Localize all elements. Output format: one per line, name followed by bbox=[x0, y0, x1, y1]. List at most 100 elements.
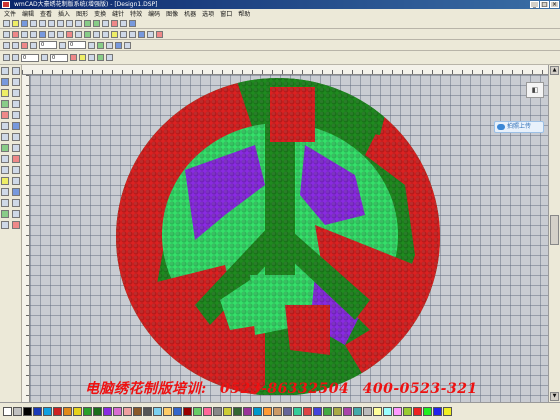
angle-icon[interactable] bbox=[59, 41, 66, 49]
palette-swatch[interactable] bbox=[333, 407, 342, 416]
underlay-icon[interactable] bbox=[97, 41, 104, 49]
palette-swatch[interactable] bbox=[163, 407, 172, 416]
menu-help[interactable]: 帮助 bbox=[238, 9, 250, 18]
zoom-out-icon[interactable] bbox=[93, 19, 100, 27]
open-file-icon[interactable] bbox=[12, 19, 19, 27]
align-icon[interactable] bbox=[138, 30, 145, 38]
text-tool-icon[interactable] bbox=[1, 122, 9, 130]
menu-window[interactable]: 窗口 bbox=[220, 9, 232, 18]
sequin-icon[interactable] bbox=[12, 221, 20, 229]
print-icon[interactable] bbox=[30, 19, 37, 27]
rotate-icon[interactable] bbox=[129, 30, 136, 38]
redo-icon[interactable] bbox=[75, 19, 82, 27]
break-icon[interactable] bbox=[1, 199, 9, 207]
info-icon[interactable] bbox=[129, 19, 136, 27]
knife-icon[interactable] bbox=[12, 111, 20, 119]
delete-icon[interactable] bbox=[156, 30, 163, 38]
show-outline-icon[interactable] bbox=[106, 54, 113, 61]
palette-swatch[interactable] bbox=[223, 407, 232, 416]
move-icon[interactable] bbox=[3, 54, 10, 61]
monogram-icon[interactable] bbox=[12, 122, 20, 130]
magnifier-icon[interactable] bbox=[12, 166, 20, 174]
palette-swatch[interactable] bbox=[53, 407, 62, 416]
palette-swatch[interactable] bbox=[23, 407, 32, 416]
ellipse-icon[interactable] bbox=[57, 30, 64, 38]
palette-swatch[interactable] bbox=[373, 407, 382, 416]
collapse-icon[interactable]: ◧ bbox=[526, 82, 544, 98]
menu-code[interactable]: 编码 bbox=[148, 9, 160, 18]
menu-edit[interactable]: 编辑 bbox=[22, 9, 34, 18]
bold-icon[interactable] bbox=[3, 41, 10, 49]
palette-swatch[interactable] bbox=[313, 407, 322, 416]
palette-swatch[interactable] bbox=[343, 407, 352, 416]
cross-stitch-icon[interactable] bbox=[12, 210, 20, 218]
trim-icon[interactable] bbox=[115, 41, 122, 49]
menu-effects[interactable]: 特效 bbox=[130, 9, 142, 18]
palette-swatch[interactable] bbox=[323, 407, 332, 416]
pen-icon[interactable] bbox=[1, 78, 9, 86]
palette-swatch[interactable] bbox=[63, 407, 72, 416]
zigzag-icon[interactable] bbox=[1, 155, 9, 163]
stop-icon[interactable] bbox=[111, 19, 118, 27]
palette-swatch[interactable] bbox=[283, 407, 292, 416]
menu-insert[interactable]: 插入 bbox=[58, 9, 70, 18]
circle-tool-icon[interactable] bbox=[1, 133, 9, 141]
scroll-thumb[interactable] bbox=[550, 215, 559, 245]
offset-icon[interactable] bbox=[12, 144, 20, 152]
line-icon[interactable] bbox=[30, 30, 37, 38]
new-file-icon[interactable] bbox=[3, 19, 10, 27]
palette-swatch[interactable] bbox=[443, 407, 452, 416]
applique-icon[interactable] bbox=[111, 30, 118, 38]
italic-icon[interactable] bbox=[12, 41, 19, 49]
paste-icon[interactable] bbox=[57, 19, 64, 27]
cut-stitch-icon[interactable] bbox=[66, 30, 73, 38]
copy-icon[interactable] bbox=[48, 19, 55, 27]
curve-icon[interactable] bbox=[39, 30, 46, 38]
star-tool-icon[interactable] bbox=[12, 133, 20, 141]
palette-swatch[interactable] bbox=[293, 407, 302, 416]
palette-swatch[interactable] bbox=[153, 407, 162, 416]
color-pick-icon[interactable] bbox=[12, 155, 20, 163]
minimize-button[interactable]: _ bbox=[530, 1, 539, 8]
ruler-tool-icon[interactable] bbox=[12, 177, 20, 185]
running-icon[interactable] bbox=[102, 30, 109, 38]
angle-select[interactable]: 0 bbox=[68, 41, 86, 49]
sequence-icon[interactable] bbox=[1, 188, 9, 196]
pointer-icon[interactable] bbox=[1, 67, 9, 75]
rect-icon[interactable] bbox=[48, 30, 55, 38]
palette-swatch[interactable] bbox=[133, 407, 142, 416]
palette-swatch[interactable] bbox=[193, 407, 202, 416]
menu-stitch[interactable]: 缝针 bbox=[112, 9, 124, 18]
help-icon[interactable] bbox=[120, 19, 127, 27]
palette-swatch[interactable] bbox=[213, 407, 222, 416]
menu-machine[interactable]: 机器 bbox=[184, 9, 196, 18]
tatami-icon[interactable] bbox=[1, 210, 9, 218]
palette-swatch[interactable] bbox=[93, 407, 102, 416]
width-select[interactable]: 0 bbox=[21, 53, 39, 62]
fill-icon[interactable] bbox=[84, 30, 91, 38]
branch-icon[interactable] bbox=[12, 188, 20, 196]
grid-icon[interactable] bbox=[102, 19, 109, 27]
show-stitches-icon[interactable] bbox=[97, 54, 104, 61]
palette-swatch[interactable] bbox=[273, 407, 282, 416]
hand-icon[interactable] bbox=[1, 166, 9, 174]
palette-swatch[interactable] bbox=[243, 407, 252, 416]
color-icon[interactable] bbox=[21, 41, 28, 49]
palette-swatch[interactable] bbox=[143, 407, 152, 416]
menu-image[interactable]: 图像 bbox=[166, 9, 178, 18]
select-icon[interactable] bbox=[3, 30, 10, 38]
palette-swatch[interactable] bbox=[363, 407, 372, 416]
menu-options[interactable]: 选项 bbox=[202, 9, 214, 18]
palette-swatch[interactable] bbox=[393, 407, 402, 416]
measure-icon[interactable] bbox=[75, 30, 82, 38]
measure-tool-icon[interactable] bbox=[1, 177, 9, 185]
close-button[interactable]: × bbox=[550, 1, 559, 8]
maximize-button[interactable]: □ bbox=[540, 1, 549, 8]
undo-icon[interactable] bbox=[66, 19, 73, 27]
palette-swatch[interactable] bbox=[33, 407, 42, 416]
palette-swatch[interactable] bbox=[83, 407, 92, 416]
zoom-in-icon[interactable] bbox=[84, 19, 91, 27]
design-canvas[interactable] bbox=[30, 75, 548, 402]
palette-swatch[interactable] bbox=[13, 407, 22, 416]
menu-file[interactable]: 文件 bbox=[4, 9, 16, 18]
